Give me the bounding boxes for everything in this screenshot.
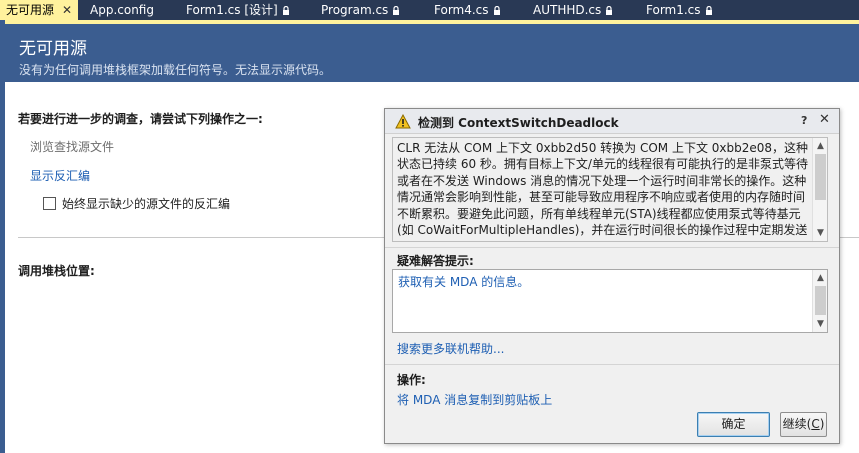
ok-button[interactable]: 确定 [697,412,770,437]
continue-mnemonic: C [811,417,820,431]
dialog-divider [385,364,839,365]
no-source-header: 无可用源 没有为任何调用堆栈框架加载任何符号。无法显示源代码。 [5,20,859,82]
operations-label: 操作: [397,373,426,387]
tab-label: Form4.cs [434,3,489,17]
scroll-thumb[interactable] [815,154,826,200]
tab-label: 无可用源 [6,3,55,17]
mda-dialog: 检测到 ContextSwitchDeadlock ? ✕ CLR 无法从 CO… [384,108,840,444]
continue-label: 继续 [782,417,807,431]
tips-scrollbar[interactable]: ▲ ▼ [812,270,827,332]
always-show-disassembly-row[interactable]: 始终显示缺少的源文件的反汇编 [43,195,230,212]
lock-icon [392,6,400,15]
tab-no-source[interactable]: 无可用源 ✕ [0,0,79,20]
warning-icon [395,113,411,129]
page-subtitle: 没有为任何调用堆栈框架加载任何符号。无法显示源代码。 [19,63,332,77]
scroll-thumb[interactable] [815,286,826,315]
lock-icon [493,6,501,15]
tab-label: App.config [90,3,154,17]
tab-label: Program.cs [321,3,389,17]
tab-authhd-cs[interactable]: AUTHHD.cs [527,0,619,20]
lock-icon [605,6,613,15]
always-show-disassembly-checkbox[interactable] [43,197,56,210]
scroll-down-icon[interactable]: ▼ [813,226,828,240]
tips-label: 疑难解答提示: [397,254,474,268]
tab-app-config[interactable]: App.config [84,0,160,20]
show-disassembly-link[interactable]: 显示反汇编 [30,167,90,184]
active-tab-underline [5,20,859,24]
checkbox-label: 始终显示缺少的源文件的反汇编 [62,197,231,211]
browse-source-link[interactable]: 浏览查找源文件 [30,138,114,155]
tab-form1-cs[interactable]: Form1.cs [640,0,719,20]
scroll-down-icon[interactable]: ▼ [813,317,828,331]
dialog-divider [385,247,839,248]
document-tab-strip: 无可用源 ✕ App.config Form1.cs [设计] Program.c… [0,0,859,20]
page-title: 无可用源 [19,39,87,59]
call-stack-heading: 调用堆栈位置: [18,264,95,278]
dialog-title: 检测到 ContextSwitchDeadlock [418,116,619,130]
close-icon[interactable]: ✕ [819,112,830,127]
mda-info-link[interactable]: 获取有关 MDA 的信息。 [398,273,529,290]
lock-icon [282,6,290,15]
tab-close-icon[interactable]: ✕ [62,0,72,20]
help-icon[interactable]: ? [801,114,807,127]
tab-label: Form1.cs [646,3,701,17]
message-text: CLR 无法从 COM 上下文 0xbb2d50 转换为 COM 上下文 0xb… [397,141,809,238]
message-textbox[interactable]: CLR 无法从 COM 上下文 0xbb2d50 转换为 COM 上下文 0xb… [392,137,828,242]
investigate-heading: 若要进行进一步的调查，请尝试下列操作之一: [18,112,263,126]
scroll-up-icon[interactable]: ▲ [813,139,828,153]
lock-icon [705,6,713,15]
copy-mda-message-link[interactable]: 将 MDA 消息复制到剪贴板上 [397,391,552,408]
search-online-help-link[interactable]: 搜索更多联机帮助... [397,340,504,357]
tab-form4-cs[interactable]: Form4.cs [428,0,507,20]
dialog-title-bar[interactable]: 检测到 ContextSwitchDeadlock ? ✕ [385,109,839,134]
continue-button[interactable]: 继续(C) [780,412,827,437]
tab-label: Form1.cs [设计] [186,3,278,17]
tab-form1-design[interactable]: Form1.cs [设计] [180,0,296,20]
scroll-up-icon[interactable]: ▲ [813,271,828,285]
tab-label: AUTHHD.cs [533,3,602,17]
tips-box[interactable]: 获取有关 MDA 的信息。 ▲ ▼ [392,269,828,333]
tab-program-cs[interactable]: Program.cs [315,0,406,20]
message-scrollbar[interactable]: ▲ ▼ [812,138,827,241]
